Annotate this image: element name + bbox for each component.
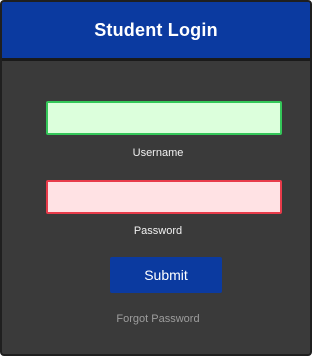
login-form: Username Password Submit Forgot Password xyxy=(2,61,310,354)
card-header: Student Login xyxy=(2,2,310,61)
forgot-password-link[interactable]: Forgot Password xyxy=(2,313,310,325)
username-field[interactable] xyxy=(46,101,282,135)
password-field[interactable] xyxy=(46,180,282,214)
login-card: Student Login Username Password Submit F… xyxy=(0,0,312,356)
username-label: Username xyxy=(132,147,184,159)
password-label: Password xyxy=(133,225,183,237)
page-title: Student Login xyxy=(94,19,218,40)
submit-button[interactable]: Submit xyxy=(110,257,222,293)
